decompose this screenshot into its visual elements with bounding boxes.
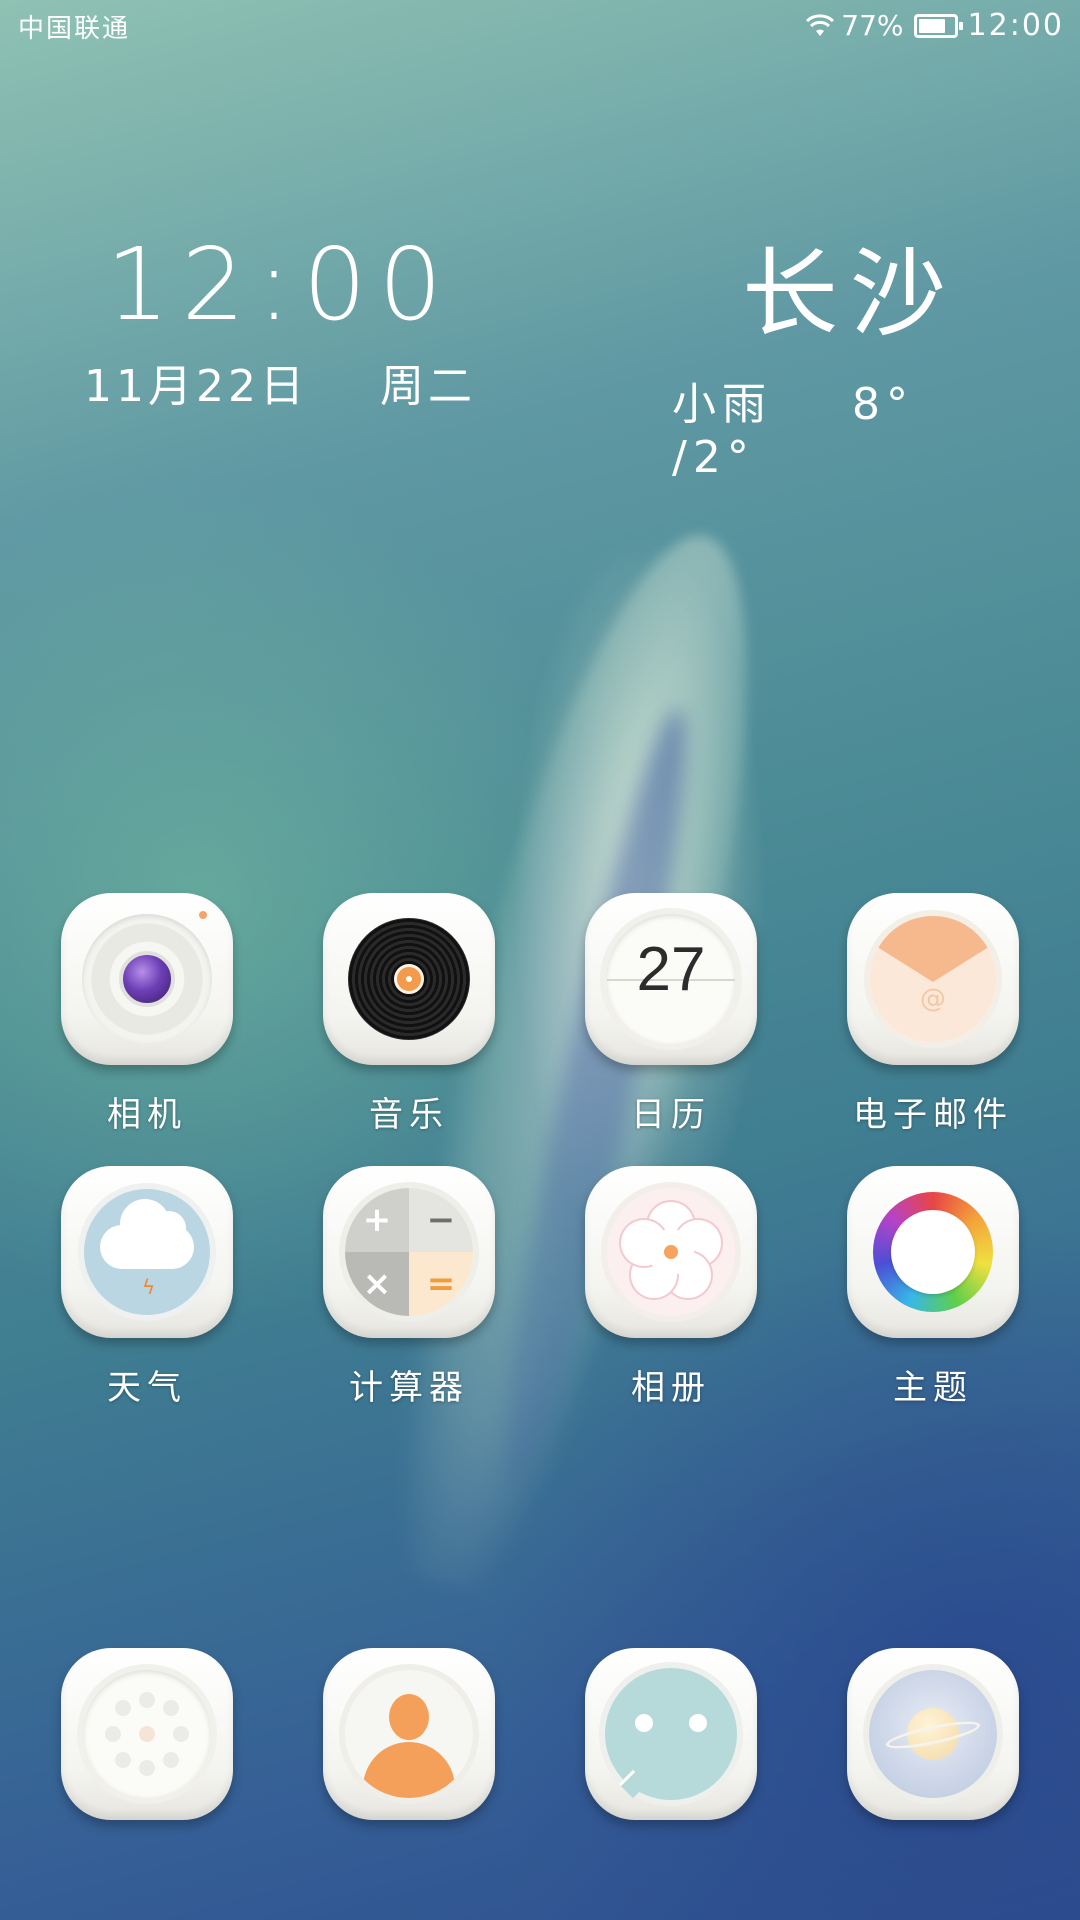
battery-cap <box>958 21 963 30</box>
vinyl-record-icon[interactable] <box>323 893 495 1065</box>
dial-dot <box>139 1692 155 1708</box>
dock-messages[interactable] <box>571 1648 771 1820</box>
vinyl-hole <box>406 976 412 982</box>
equals-icon: = <box>409 1252 473 1316</box>
weather-widget[interactable]: 长沙 小雨 8° /2° <box>640 240 1040 483</box>
dial-dot <box>163 1700 179 1716</box>
app-label-camera: 相机 <box>107 1095 187 1135</box>
lightning-icon: ϟ <box>142 1275 156 1299</box>
multiply-icon: × <box>345 1252 409 1316</box>
dial-dot <box>139 1726 155 1742</box>
dial-dot <box>115 1700 131 1716</box>
weather-city: 长沙 <box>742 238 958 350</box>
dial-dot <box>139 1760 155 1776</box>
envelope-face: @ <box>870 916 996 1042</box>
calendar-icon[interactable]: 27 <box>585 893 757 1065</box>
cloud-lightning-icon[interactable]: ϟ <box>61 1166 233 1338</box>
dock-browser[interactable] <box>833 1648 1033 1820</box>
contact-person-icon[interactable] <box>323 1648 495 1820</box>
dial-dot <box>163 1752 179 1768</box>
color-ring-icon[interactable] <box>847 1166 1019 1338</box>
at-sign-icon: @ <box>920 984 946 1014</box>
browser-face <box>869 1670 997 1798</box>
battery-fill <box>918 18 945 33</box>
flower-shape <box>621 1202 721 1302</box>
message-eye-left <box>635 1714 653 1732</box>
clock-weekday: 周二 <box>379 361 476 412</box>
weather-low: /2° <box>672 432 755 483</box>
camera-icon[interactable] <box>61 893 233 1065</box>
status-indicators: 77% 12:00 <box>805 8 1064 43</box>
weather-info: 小雨 8° /2° <box>640 368 1040 483</box>
flower-icon[interactable] <box>585 1166 757 1338</box>
color-ring-center <box>891 1210 975 1294</box>
carrier-name: 中国联通 <box>18 14 131 44</box>
weather-condition: 小雨 <box>672 379 772 430</box>
clock-date-day: 11月22日 <box>84 361 308 412</box>
app-label-weather: 天气 <box>107 1368 187 1408</box>
person-head <box>389 1694 429 1740</box>
flower-center <box>664 1245 678 1259</box>
app-calendar[interactable]: 27 日历 <box>571 893 771 1136</box>
planet-browser-icon[interactable] <box>847 1648 1019 1820</box>
clock-widget[interactable]: 12:00 11月22日 周二 <box>40 230 520 414</box>
app-gallery[interactable]: 相册 <box>571 1166 771 1409</box>
app-label-calendar: 日历 <box>631 1095 711 1135</box>
app-calculator[interactable]: + − × = 计算器 <box>309 1166 509 1409</box>
app-label-theme: 主题 <box>893 1368 973 1408</box>
clock-date: 11月22日 周二 <box>40 350 520 414</box>
dock-phone[interactable] <box>47 1648 247 1820</box>
calculator-icon[interactable]: + − × = <box>323 1166 495 1338</box>
app-theme[interactable]: 主题 <box>833 1166 1033 1409</box>
dial-dot <box>115 1752 131 1768</box>
status-bar: 中国联通 77% 12:00 <box>0 0 1080 50</box>
app-label-music: 音乐 <box>369 1095 449 1135</box>
app-camera[interactable]: 相机 <box>47 893 247 1136</box>
app-music[interactable]: 音乐 <box>309 893 509 1136</box>
dial-dot <box>173 1726 189 1742</box>
person-body <box>363 1742 455 1798</box>
battery-icon <box>913 13 963 38</box>
status-time: 12:00 <box>967 8 1064 43</box>
wifi-icon <box>806 13 835 36</box>
clock-time: 12:00 <box>105 226 455 343</box>
message-bubble-icon[interactable] <box>585 1648 757 1820</box>
camera-flash-dot <box>199 911 207 919</box>
envelope-flap <box>870 916 996 982</box>
dial-dot <box>105 1726 121 1742</box>
app-label-email: 电子邮件 <box>853 1095 1013 1135</box>
contact-face <box>345 1670 473 1798</box>
cloud-icon <box>100 1199 194 1269</box>
camera-lens <box>119 951 175 1007</box>
calendar-day-number: 27 <box>636 935 706 1004</box>
app-weather[interactable]: ϟ 天气 <box>47 1166 247 1409</box>
message-eye-right <box>689 1714 707 1732</box>
app-label-calculator: 计算器 <box>349 1368 469 1408</box>
plus-icon: + <box>345 1188 409 1252</box>
weather-high: 8° <box>852 379 914 430</box>
message-tail <box>618 1769 648 1799</box>
battery-percent: 77% <box>841 9 904 42</box>
calculator-face: + − × = <box>345 1188 473 1316</box>
weather-face: ϟ <box>84 1189 210 1315</box>
message-face <box>605 1668 737 1800</box>
envelope-icon[interactable]: @ <box>847 893 1019 1065</box>
dock-contacts[interactable] <box>309 1648 509 1820</box>
minus-icon: − <box>409 1188 473 1252</box>
gallery-face <box>607 1188 735 1316</box>
dialpad-icon[interactable] <box>61 1648 233 1820</box>
dialpad-face <box>83 1670 211 1798</box>
app-email[interactable]: @ 电子邮件 <box>833 893 1033 1136</box>
app-label-gallery: 相册 <box>631 1368 711 1408</box>
